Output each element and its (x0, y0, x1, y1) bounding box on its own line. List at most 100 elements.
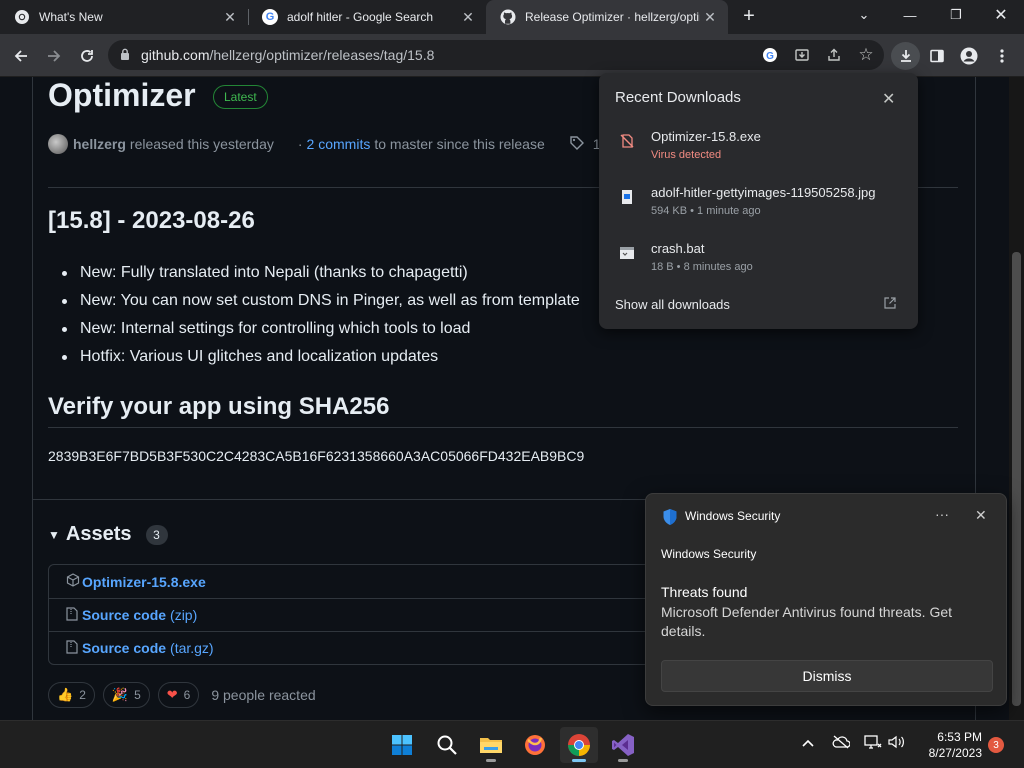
back-button[interactable] (7, 42, 35, 70)
tab-google-search[interactable]: G adolf hitler - Google Search ✕ (248, 0, 486, 34)
download-status: Virus detected (651, 149, 722, 161)
close-tab-icon[interactable]: ✕ (700, 7, 720, 27)
toast-source: Windows Security (661, 547, 757, 561)
reload-icon (81, 50, 93, 62)
show-all-downloads-link[interactable]: Show all downloads (615, 297, 730, 312)
tab-strip: What's New ✕ G adolf hitler - Google Sea… (0, 0, 1024, 34)
tab-title: What's New (39, 10, 103, 24)
side-panel-button[interactable] (923, 42, 951, 70)
search-icon (437, 735, 457, 755)
google-icon: G (262, 9, 278, 25)
download-status: 594 KB • 1 minute ago (651, 205, 761, 217)
share-icon[interactable] (824, 45, 844, 65)
dot-separator: · (297, 136, 303, 152)
version-heading: [15.8] - 2023-08-26 (48, 207, 255, 234)
list-item: New: You can now set custom DNS in Pinge… (62, 287, 580, 315)
download-name: adolf-hitler-gettyimages-119505258.jpg (651, 185, 876, 200)
new-tab-button[interactable]: + (738, 6, 760, 28)
asset-name[interactable]: Source code (82, 640, 166, 656)
reload-button[interactable] (73, 42, 101, 70)
minimize-button[interactable]: — (887, 0, 933, 30)
download-item[interactable]: crash.bat 18 B • 8 minutes ago (615, 241, 905, 285)
address-bar[interactable]: github.com/hellzerg/optimizer/releases/t… (108, 40, 884, 70)
chrome-menu-button[interactable] (988, 42, 1016, 70)
package-icon (66, 573, 82, 590)
avatar[interactable] (48, 134, 68, 154)
taskbar-file-explorer[interactable] (472, 727, 510, 763)
list-item: Hotfix: Various UI glitches and localiza… (62, 343, 580, 371)
notification-badge[interactable]: 3 (988, 737, 1004, 753)
restore-button[interactable]: ❐ (933, 0, 979, 30)
taskbar-firefox[interactable] (516, 727, 554, 763)
party-popper-icon: 🎉 (111, 687, 129, 702)
toast-message[interactable]: Microsoft Defender Antivirus found threa… (661, 603, 981, 641)
folder-icon (480, 738, 502, 753)
install-app-icon[interactable] (792, 45, 812, 65)
download-item[interactable]: Optimizer-15.8.exe Virus detected (615, 129, 905, 173)
heart-icon: ❤ (166, 687, 178, 702)
reaction-thumbs-up[interactable]: 👍 2 (48, 682, 95, 708)
asset-name[interactable]: Source code (82, 607, 166, 623)
taskbar-visual-studio[interactable] (604, 727, 642, 763)
back-arrow-icon (14, 50, 27, 62)
volume-icon[interactable] (888, 735, 906, 752)
commits-link[interactable]: 2 commits (307, 136, 371, 152)
url-host: github.com (141, 47, 210, 63)
file-zip-icon (66, 606, 82, 624)
chrome-icon (568, 734, 590, 756)
close-tab-icon[interactable]: ✕ (220, 7, 240, 27)
asset-name[interactable]: Optimizer-15.8.exe (82, 574, 206, 590)
search-button[interactable] (428, 727, 466, 763)
profile-icon (960, 47, 978, 65)
dismiss-button[interactable]: Dismiss (661, 660, 993, 692)
close-tab-icon[interactable]: ✕ (458, 7, 478, 27)
downloads-button[interactable] (891, 42, 920, 70)
forward-button[interactable] (40, 42, 68, 70)
onedrive-icon[interactable] (832, 735, 851, 752)
file-zip-icon (66, 639, 82, 657)
author-link[interactable]: hellzerg (73, 136, 126, 152)
system-clock[interactable]: 6:53 PM 8/27/2023 (916, 729, 982, 761)
start-button[interactable] (383, 727, 421, 763)
visual-studio-icon (612, 734, 634, 756)
assets-toggle[interactable]: ▼ Assets 3 (48, 523, 168, 546)
close-icon[interactable]: ✕ (882, 89, 895, 109)
downloads-bubble: Recent Downloads ✕ Optimizer-15.8.exe Vi… (599, 73, 918, 329)
download-icon (900, 50, 911, 62)
network-icon[interactable] (864, 735, 882, 752)
list-item: New: Internal settings for controlling w… (62, 315, 580, 343)
side-panel-icon (930, 49, 944, 63)
reaction-heart[interactable]: ❤ 6 (157, 682, 200, 708)
reactions-bar: 👍 2 🎉 5 ❤ 6 9 people reacted (48, 682, 316, 708)
google-lens-icon[interactable]: G (760, 45, 780, 65)
browser-toolbar: github.com/hellzerg/optimizer/releases/t… (0, 34, 1024, 77)
tab-release-optimizer[interactable]: Release Optimizer · hellzerg/optimizer ✕ (486, 0, 728, 34)
open-external-icon[interactable] (884, 297, 896, 312)
scrollbar-thumb[interactable] (1012, 252, 1021, 706)
tab-search-chevron-icon[interactable]: ⌄ (841, 0, 887, 30)
reaction-hooray[interactable]: 🎉 5 (102, 682, 150, 708)
more-options-icon[interactable]: ··· (935, 506, 949, 522)
reacted-summary: 9 people reacted (211, 687, 316, 703)
lock-icon (120, 48, 130, 66)
window-close-button[interactable]: ✕ (978, 0, 1024, 30)
tag-icon (569, 135, 585, 154)
download-item[interactable]: adolf-hitler-gettyimages-119505258.jpg 5… (615, 185, 905, 229)
bookmark-star-icon[interactable]: ☆ (856, 45, 876, 65)
close-icon[interactable]: ✕ (975, 507, 987, 524)
verify-heading: Verify your app using SHA256 (48, 393, 390, 420)
asset-suffix[interactable]: (tar.gz) (170, 640, 214, 656)
chevron-up-icon[interactable] (802, 735, 814, 751)
running-indicator (486, 759, 496, 762)
asset-suffix[interactable]: (zip) (170, 607, 197, 623)
sha256-hash: 2839B3E6F7BD5B3F530C2C4283CA5B16F6231358… (48, 448, 585, 464)
reaction-count: 6 (183, 688, 191, 702)
commits-suffix: to master since this release (374, 136, 545, 152)
tab-whats-new[interactable]: What's New ✕ (0, 0, 248, 34)
download-name: crash.bat (651, 241, 705, 256)
released-text: released this yesterday (129, 136, 274, 152)
divider (48, 427, 958, 428)
profile-button[interactable] (955, 42, 983, 70)
forward-arrow-icon (48, 50, 61, 62)
taskbar-chrome[interactable] (560, 727, 598, 763)
